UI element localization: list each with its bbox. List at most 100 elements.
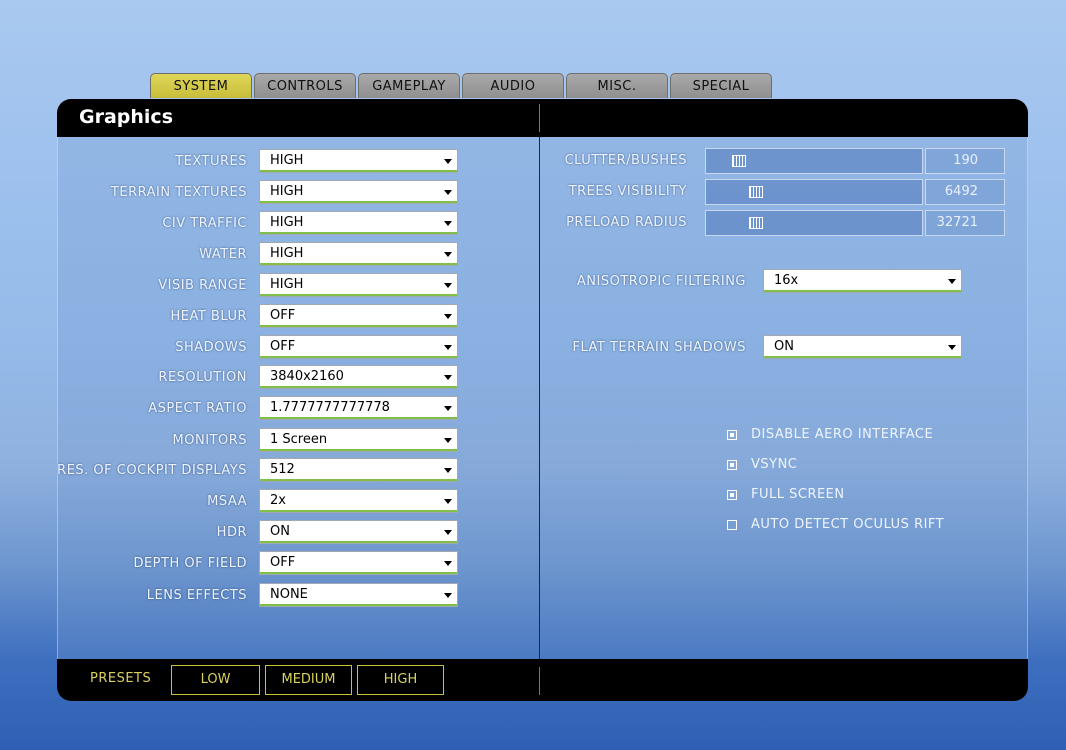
chevron-down-icon bbox=[444, 593, 452, 598]
trees-visibility-value[interactable]: 6492 bbox=[925, 179, 1005, 205]
presets-label: PRESETS bbox=[90, 671, 152, 686]
full-screen-checkbox[interactable] bbox=[727, 490, 737, 500]
preset-low-button[interactable]: LOW bbox=[171, 665, 260, 695]
preset-high-button[interactable]: HIGH bbox=[357, 665, 444, 695]
msaa-label: MSAA bbox=[207, 494, 247, 509]
shadows-label: SHADOWS bbox=[175, 340, 247, 355]
clutter-bushes-value[interactable]: 190 bbox=[925, 148, 1005, 174]
chevron-down-icon bbox=[444, 159, 452, 164]
chevron-down-icon bbox=[444, 345, 452, 350]
civ-traffic-select[interactable]: HIGH bbox=[259, 211, 458, 235]
monitors-value: 1 Screen bbox=[270, 432, 328, 447]
tab-controls[interactable]: CONTROLS bbox=[254, 73, 356, 98]
preload-radius-slider[interactable] bbox=[705, 210, 923, 236]
flat-shadows-select[interactable]: ON bbox=[763, 335, 962, 359]
chevron-down-icon bbox=[444, 190, 452, 195]
civ-traffic-value: HIGH bbox=[270, 215, 304, 230]
footer-divider bbox=[539, 667, 540, 695]
lens-effects-value: NONE bbox=[270, 587, 308, 602]
preset-medium-button[interactable]: MEDIUM bbox=[265, 665, 352, 695]
disable-aero-interface-checkbox[interactable] bbox=[727, 430, 737, 440]
trees-visibility-slider[interactable] bbox=[705, 179, 923, 205]
monitors-label: MONITORS bbox=[172, 433, 247, 448]
heat-blur-value: OFF bbox=[270, 308, 296, 323]
res-of-cockpit-displays-select[interactable]: 512 bbox=[259, 458, 458, 482]
heat-blur-select[interactable]: OFF bbox=[259, 304, 458, 328]
visib-range-select[interactable]: HIGH bbox=[259, 273, 458, 297]
chevron-down-icon bbox=[444, 283, 452, 288]
trees-visibility-label: TREES VISIBILITY bbox=[568, 184, 687, 199]
tab-audio[interactable]: AUDIO bbox=[462, 73, 564, 98]
disable-aero-interface-label: DISABLE AERO INTERFACE bbox=[751, 427, 934, 442]
resolution-value: 3840x2160 bbox=[270, 369, 344, 384]
shadows-select[interactable]: OFF bbox=[259, 335, 458, 359]
vsync-label: VSYNC bbox=[751, 457, 798, 472]
lens-effects-label: LENS EFFECTS bbox=[146, 588, 247, 603]
chevron-down-icon bbox=[948, 279, 956, 284]
chevron-down-icon bbox=[444, 406, 452, 411]
terrain-textures-select[interactable]: HIGH bbox=[259, 180, 458, 204]
terrain-textures-label: TERRAIN TEXTURES bbox=[110, 185, 247, 200]
chevron-down-icon bbox=[444, 499, 452, 504]
water-select[interactable]: HIGH bbox=[259, 242, 458, 266]
water-value: HIGH bbox=[270, 246, 304, 261]
anisotropic-label: ANISOTROPIC FILTERING bbox=[576, 274, 746, 289]
depth-of-field-value: OFF bbox=[270, 555, 296, 570]
anisotropic-select[interactable]: 16x bbox=[763, 269, 962, 293]
visib-range-value: HIGH bbox=[270, 277, 304, 292]
clutter-bushes-slider[interactable] bbox=[705, 148, 923, 174]
depth-of-field-select[interactable]: OFF bbox=[259, 551, 458, 575]
hdr-label: HDR bbox=[216, 525, 247, 540]
vsync-checkbox[interactable] bbox=[727, 460, 737, 470]
flat-shadows-label: FLAT TERRAIN SHADOWS bbox=[572, 340, 746, 355]
tab-bar: SYSTEM CONTROLS GAMEPLAY AUDIO MISC. SPE… bbox=[150, 73, 772, 98]
chevron-down-icon bbox=[444, 438, 452, 443]
water-label: WATER bbox=[199, 247, 247, 262]
resolution-label: RESOLUTION bbox=[158, 370, 247, 385]
graphics-panel: Graphics TEXTURES HIGH TERRAIN TEXTURES HIG… bbox=[57, 99, 1028, 701]
lens-effects-select[interactable]: NONE bbox=[259, 583, 458, 607]
tab-gameplay[interactable]: GAMEPLAY bbox=[358, 73, 460, 98]
slider-handle[interactable] bbox=[732, 155, 746, 167]
tab-system[interactable]: SYSTEM bbox=[150, 73, 252, 98]
msaa-value: 2x bbox=[270, 493, 286, 508]
chevron-down-icon bbox=[444, 221, 452, 226]
heat-blur-label: HEAT BLUR bbox=[170, 309, 247, 324]
chevron-down-icon bbox=[444, 314, 452, 319]
textures-value: HIGH bbox=[270, 153, 304, 168]
chevron-down-icon bbox=[948, 345, 956, 350]
terrain-textures-value: HIGH bbox=[270, 184, 304, 199]
chevron-down-icon bbox=[444, 468, 452, 473]
tab-special[interactable]: SPECIAL bbox=[670, 73, 772, 98]
full-screen-label: FULL SCREEN bbox=[751, 487, 845, 502]
flat-shadows-value: ON bbox=[774, 339, 794, 354]
msaa-select[interactable]: 2x bbox=[259, 489, 458, 513]
res-of-cockpit-displays-value: 512 bbox=[270, 462, 295, 477]
anisotropic-value: 16x bbox=[774, 273, 799, 288]
slider-handle[interactable] bbox=[749, 217, 763, 229]
textures-label: TEXTURES bbox=[175, 154, 247, 169]
hdr-value: ON bbox=[270, 524, 290, 539]
auto-detect-oculus-rift-checkbox[interactable] bbox=[727, 520, 737, 530]
auto-detect-oculus-rift-label: AUTO DETECT OCULUS RIFT bbox=[751, 517, 945, 532]
preload-radius-value[interactable]: 32721 bbox=[925, 210, 1005, 236]
aspect-ratio-select[interactable]: 1.7777777777778 bbox=[259, 396, 458, 420]
slider-handle[interactable] bbox=[749, 186, 763, 198]
visib-range-label: VISIB RANGE bbox=[158, 278, 247, 293]
chevron-down-icon bbox=[444, 530, 452, 535]
header-divider bbox=[539, 104, 540, 132]
monitors-select[interactable]: 1 Screen bbox=[259, 428, 458, 452]
chevron-down-icon bbox=[444, 375, 452, 380]
aspect-ratio-label: ASPECT RATIO bbox=[148, 401, 247, 416]
tab-misc[interactable]: MISC. bbox=[566, 73, 668, 98]
civ-traffic-label: CIV TRAFFIC bbox=[162, 216, 247, 231]
panel-header: Graphics bbox=[57, 99, 1028, 137]
chevron-down-icon bbox=[444, 252, 452, 257]
depth-of-field-label: DEPTH OF FIELD bbox=[133, 556, 247, 571]
resolution-select[interactable]: 3840x2160 bbox=[259, 365, 458, 389]
column-divider bbox=[539, 137, 540, 659]
textures-select[interactable]: HIGH bbox=[259, 149, 458, 173]
aspect-ratio-value: 1.7777777777778 bbox=[270, 400, 390, 415]
presets-bar: PRESETS LOW MEDIUM HIGH bbox=[57, 659, 1028, 701]
hdr-select[interactable]: ON bbox=[259, 520, 458, 544]
